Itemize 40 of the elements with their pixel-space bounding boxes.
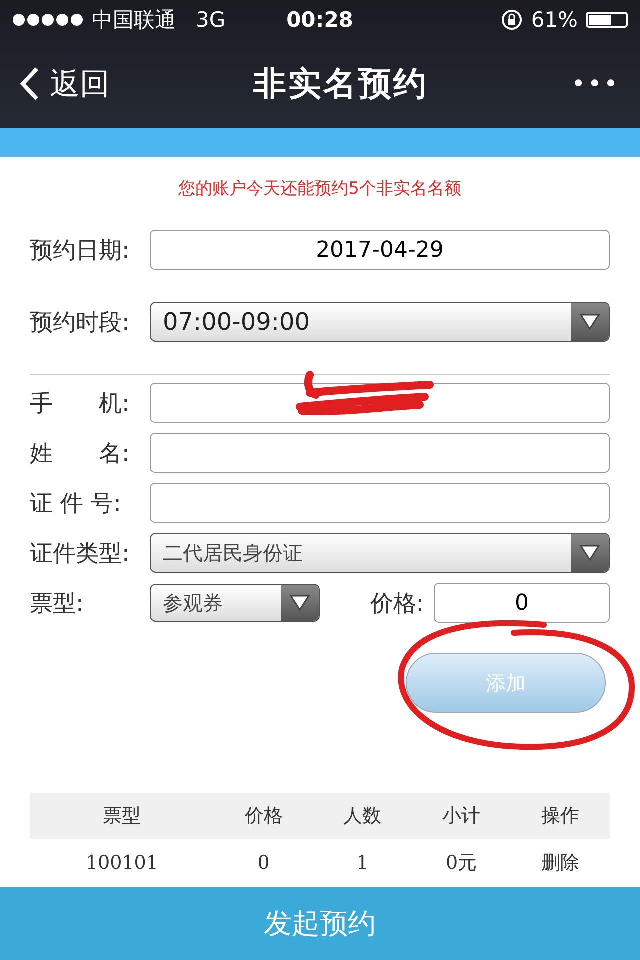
field-label: 票型: xyxy=(30,590,85,619)
dropdown-arrow-icon xyxy=(579,313,601,332)
quota-notice: 您的账户今天还能预约5个非实名名额 xyxy=(178,178,462,200)
table-cell: 0元 xyxy=(412,839,512,888)
back-button[interactable]: 返回 xyxy=(20,64,110,104)
page-title: 非实名预约 xyxy=(253,62,428,104)
rotation-lock-icon xyxy=(501,9,524,31)
dropdown-arrow-icon xyxy=(579,544,601,562)
id-number-field[interactable] xyxy=(150,483,610,524)
carrier-name: 中国联通 xyxy=(92,7,176,34)
date-field[interactable]: 2017-04-29 xyxy=(150,230,610,270)
price-field[interactable]: 0 xyxy=(434,583,610,624)
field-label: 证 件 号: xyxy=(30,490,122,519)
table-cell: 1 xyxy=(313,839,412,888)
back-chevron-icon xyxy=(20,67,40,101)
battery-percent: 61% xyxy=(531,8,578,32)
clock: 00:28 xyxy=(286,8,354,32)
signal-icon xyxy=(12,13,84,27)
field-label: 手 机: xyxy=(30,390,131,419)
table-cell: 100101 xyxy=(30,839,214,888)
time-slot-dropdown[interactable]: 07:00-09:00 xyxy=(150,302,610,342)
column-header: 价格 xyxy=(214,793,314,840)
field-label: 预约时段: xyxy=(30,308,131,338)
column-header: 操作 xyxy=(511,793,610,840)
field-label: 姓 名: xyxy=(30,440,131,469)
dropdown-arrow-icon xyxy=(289,594,311,612)
field-label: 预约日期: xyxy=(30,236,131,266)
id-type-dropdown[interactable]: 二代居民身份证 xyxy=(150,533,610,574)
network-type: 3G xyxy=(196,8,226,32)
field-label: 价格: xyxy=(370,590,424,619)
column-header: 人数 xyxy=(313,793,412,840)
ticket-type-dropdown[interactable]: 参观券 xyxy=(150,584,320,622)
table-cell: 0 xyxy=(214,839,314,888)
more-button[interactable]: ••• xyxy=(572,70,620,98)
field-label: 证件类型: xyxy=(30,540,131,569)
column-header: 票型 xyxy=(30,793,214,840)
name-field[interactable] xyxy=(150,433,610,474)
delete-link[interactable]: 删除 xyxy=(511,839,610,888)
column-header: 小计 xyxy=(412,793,512,840)
battery-icon xyxy=(586,12,628,28)
